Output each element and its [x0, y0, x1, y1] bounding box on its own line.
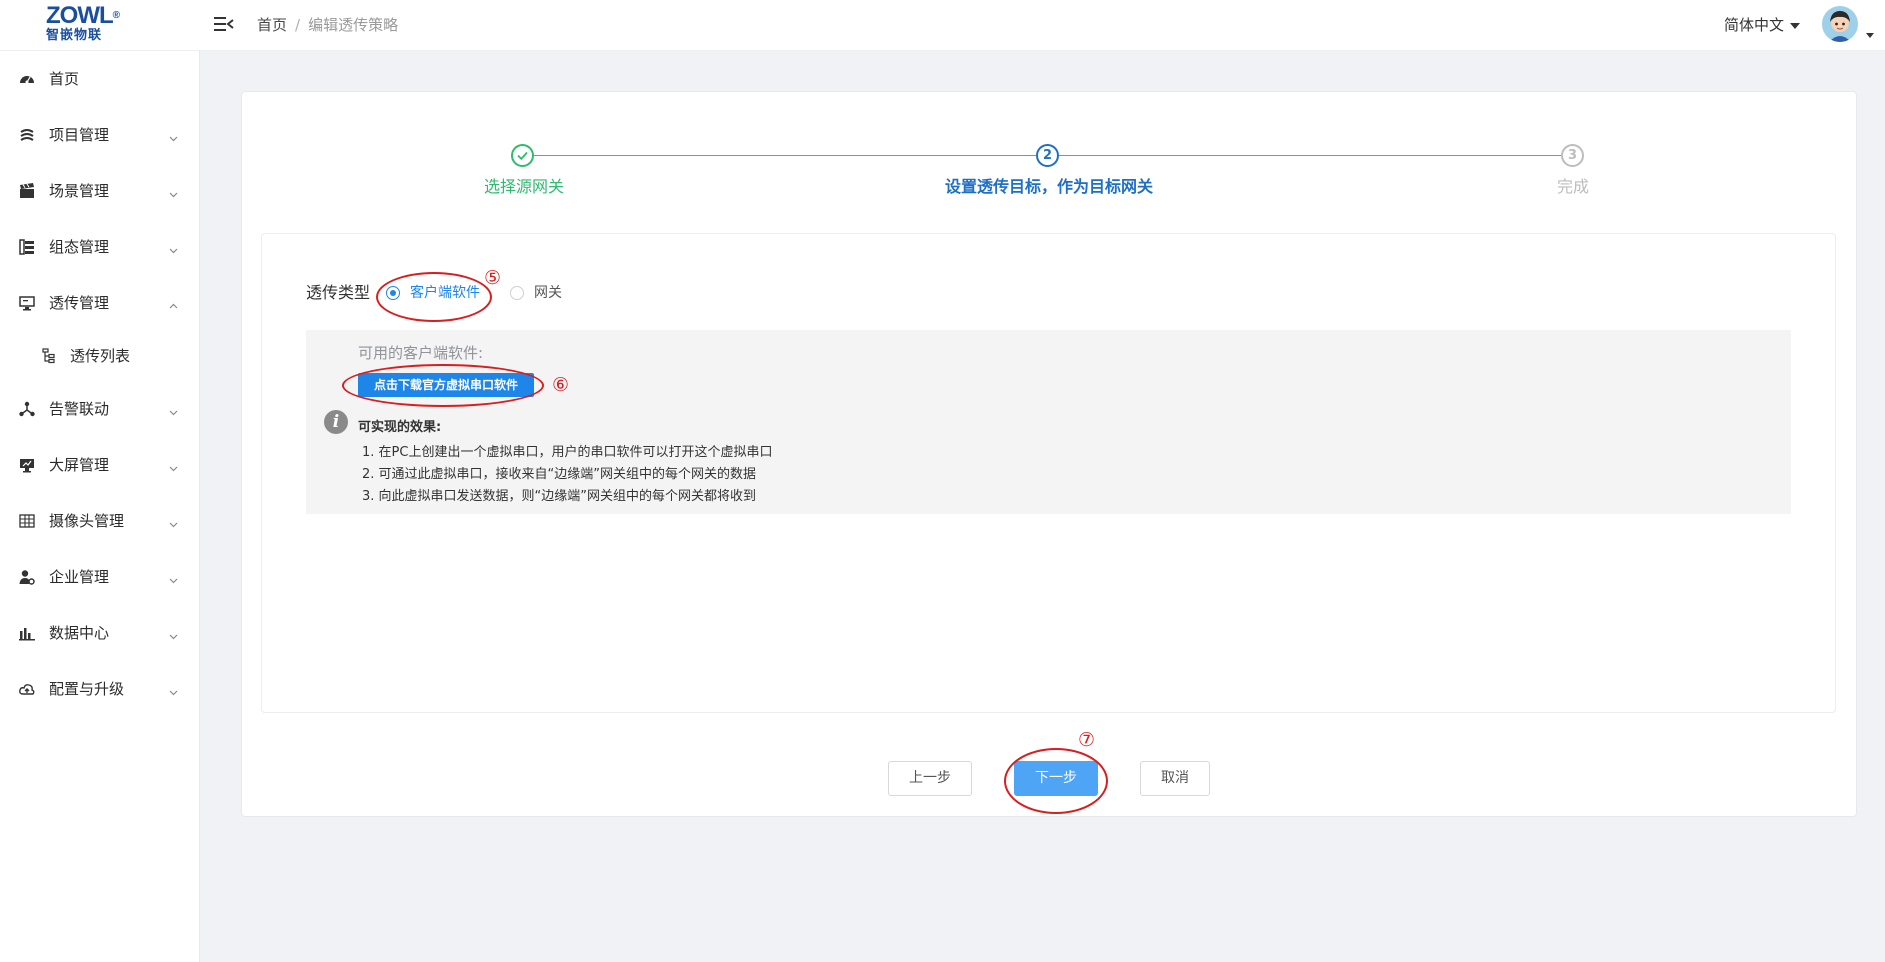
sidebar-item-label: 摄像头管理	[49, 512, 125, 530]
sidebar-item-home[interactable]: 首页	[0, 59, 199, 99]
logo-text: ZOWL	[46, 2, 114, 29]
sidebar-item-scenes[interactable]: 场景管理	[0, 171, 199, 211]
breadcrumb-home-link[interactable]: 首页	[257, 16, 287, 34]
step-3-number: 3	[1561, 144, 1584, 167]
chevron-down-icon	[169, 129, 178, 142]
effect-line-3: 3. 向此虚拟串口发送数据，则“边缘端”网关组中的每个网关都将收到	[362, 489, 757, 504]
chevron-up-icon	[169, 297, 178, 309]
effect-line-1: 1. 在PC上创建出一个虚拟串口，用户的串口软件可以打开这个虚拟串口	[362, 445, 773, 460]
chevron-down-icon	[169, 571, 178, 584]
radio-gateway-label[interactable]: 网关	[534, 283, 562, 303]
step-3-label: 完成	[1557, 177, 1590, 196]
sidebar-subitem-label: 透传列表	[70, 347, 131, 365]
sidebar-item-label: 企业管理	[49, 568, 110, 586]
sidebar: 首页 项目管理 场景管理 组态管理 透传管理 透传列表 告警联动 大屏管理 摄像…	[0, 51, 200, 962]
sidebar-item-enterprise[interactable]: 企业管理	[0, 557, 199, 597]
chevron-down-icon	[169, 241, 178, 254]
cloud-upload-icon	[19, 681, 35, 697]
radio-gateway[interactable]	[510, 286, 524, 300]
step-1-label: 选择源网关	[484, 177, 565, 196]
caret-down-icon	[1790, 22, 1801, 29]
sidebar-item-cameras[interactable]: 摄像头管理	[0, 501, 199, 541]
language-selector[interactable]: 简体中文	[1724, 14, 1801, 36]
info-icon: i	[324, 410, 348, 434]
breadcrumb: 首页 / 编辑透传策略	[257, 14, 398, 36]
step-2-label: 设置透传目标，作为目标网关	[945, 177, 1154, 196]
sidebar-item-label: 项目管理	[49, 126, 110, 144]
cancel-button[interactable]: 取消	[1140, 761, 1210, 796]
grid-icon	[19, 513, 35, 529]
sidebar-item-label: 数据中心	[49, 624, 110, 642]
annotation-number-5: ⑤	[484, 267, 502, 289]
sidebar-item-label: 配置与升级	[49, 680, 125, 698]
sidebar-item-label: 首页	[49, 70, 80, 88]
passthrough-type-label: 透传类型	[306, 283, 371, 302]
sidebar-item-label: 告警联动	[49, 400, 110, 418]
chevron-down-icon	[169, 683, 178, 696]
step-connector-1	[534, 155, 1036, 156]
clapperboard-icon	[19, 183, 35, 199]
sidebar-item-projects[interactable]: 项目管理	[0, 115, 199, 155]
dashboard-icon	[19, 71, 35, 87]
sidebar-item-label: 透传管理	[49, 294, 110, 312]
chevron-down-icon	[169, 459, 178, 472]
breadcrumb-current: 编辑透传策略	[308, 16, 399, 34]
sidebar-item-config[interactable]: 组态管理	[0, 227, 199, 267]
monitor-icon	[19, 295, 35, 311]
logo-registered-mark: ®	[112, 10, 120, 21]
sidebar-item-upgrade[interactable]: 配置与升级	[0, 669, 199, 709]
step-connector-2	[1059, 155, 1561, 156]
sidebar-item-alarms[interactable]: 告警联动	[0, 389, 199, 429]
previous-step-button[interactable]: 上一步	[888, 761, 972, 796]
sidebar-item-bigscreen[interactable]: 大屏管理	[0, 445, 199, 485]
logo-subtitle: 智嵌物联	[46, 28, 103, 43]
server-list-icon	[19, 239, 35, 255]
language-label: 简体中文	[1724, 16, 1785, 34]
chevron-down-icon	[169, 403, 178, 416]
effects-title: 可实现的效果:	[358, 420, 442, 435]
sidebar-item-label: 大屏管理	[49, 456, 110, 474]
annotation-ellipse-7	[1004, 748, 1108, 814]
annotation-number-7: ⑦	[1078, 729, 1096, 751]
avatar-dropdown-icon[interactable]	[1866, 33, 1874, 38]
tree-icon	[42, 348, 56, 364]
annotation-number-6: ⑥	[552, 374, 570, 396]
sidebar-item-label: 场景管理	[49, 182, 110, 200]
breadcrumb-separator: /	[295, 16, 301, 34]
network-icon	[19, 401, 35, 417]
screen-icon	[19, 457, 35, 473]
step-1-check-icon	[511, 144, 534, 167]
top-header: ZOWL® 智嵌物联 首页 / 编辑透传策略 简体中文	[0, 0, 1885, 51]
annotation-ellipse-5	[376, 272, 492, 322]
effect-line-2: 2. 可通过此虚拟串口，接收来自“边缘端”网关组中的每个网关的数据	[362, 467, 757, 482]
user-avatar[interactable]	[1822, 6, 1858, 42]
annotation-ellipse-6	[342, 364, 544, 407]
collapse-menu-icon[interactable]	[214, 15, 234, 33]
chevron-down-icon	[169, 515, 178, 528]
user-settings-icon	[19, 569, 35, 585]
sidebar-subitem-passthrough-list[interactable]: 透传列表	[0, 336, 199, 376]
company-logo: ZOWL® 智嵌物联	[46, 4, 130, 46]
sidebar-item-datacenter[interactable]: 数据中心	[0, 613, 199, 653]
chevron-down-icon	[169, 185, 178, 198]
available-software-label: 可用的客户端软件:	[358, 344, 484, 362]
sidebar-item-label: 组态管理	[49, 238, 110, 256]
bar-chart-icon	[19, 625, 35, 641]
layers-icon	[19, 127, 35, 143]
step-2-number: 2	[1036, 144, 1059, 167]
chevron-down-icon	[169, 627, 178, 640]
sidebar-item-passthrough[interactable]: 透传管理	[0, 283, 199, 323]
